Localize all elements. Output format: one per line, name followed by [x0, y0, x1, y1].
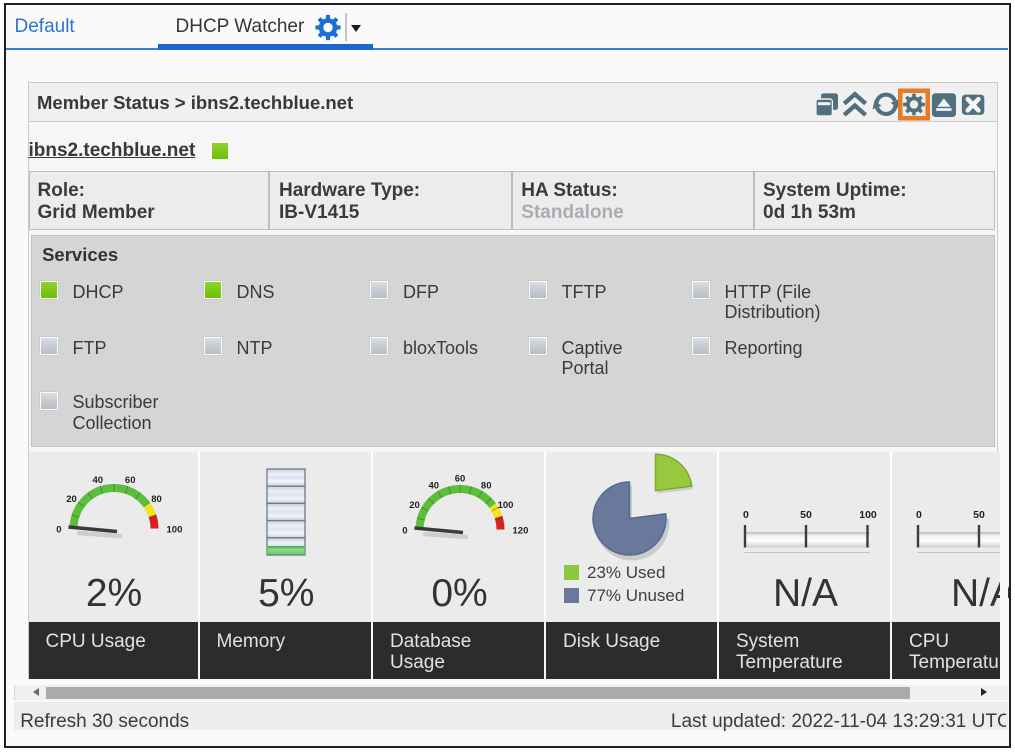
svg-text:40: 40	[428, 481, 439, 492]
svg-text:80: 80	[151, 494, 162, 505]
svg-text:100: 100	[859, 509, 877, 521]
svg-text:100: 100	[167, 524, 183, 535]
svg-text:80: 80	[480, 481, 491, 492]
svg-text:120: 120	[512, 526, 528, 537]
svg-text:100: 100	[497, 500, 513, 511]
svg-text:20: 20	[409, 500, 420, 511]
svg-text:0: 0	[56, 524, 61, 535]
svg-text:40: 40	[93, 475, 104, 486]
svg-text:50: 50	[973, 509, 985, 521]
svg-text:50: 50	[800, 509, 812, 521]
svg-text:0: 0	[402, 526, 407, 537]
svg-text:0: 0	[743, 509, 749, 521]
svg-text:0: 0	[916, 509, 922, 521]
svg-text:60: 60	[125, 475, 136, 486]
svg-text:60: 60	[454, 474, 465, 485]
svg-text:20: 20	[66, 494, 77, 505]
